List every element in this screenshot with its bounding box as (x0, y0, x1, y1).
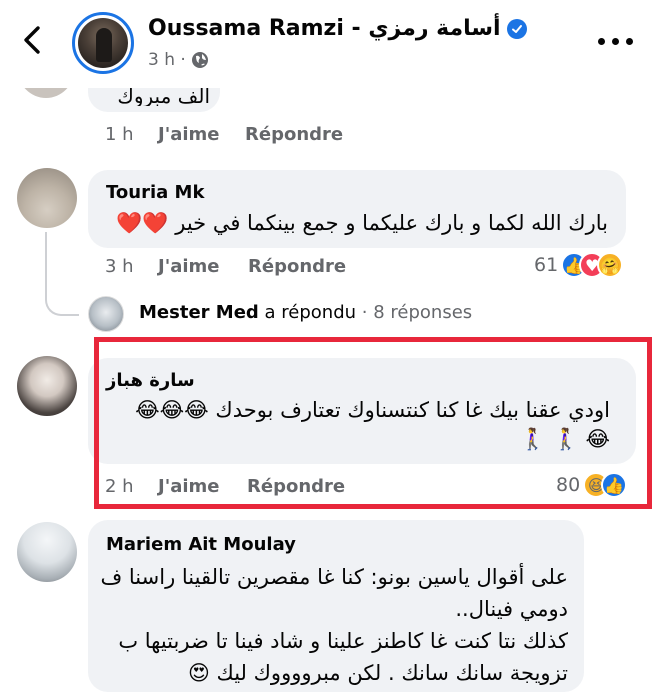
thread-connector (45, 280, 79, 316)
reply-author-name: Mester Med (139, 302, 259, 323)
comment-text-line3: كذلك نتا كنت غا كاطنز علينا و شاد فينا ت… (118, 629, 568, 653)
like-button[interactable]: J'aime (158, 256, 220, 277)
author-name[interactable]: Oussama Ramzi - أسامة رمزي (148, 16, 527, 41)
comment-text: بارك الله لكما و بارك عليكما و جمع بينكم… (116, 211, 608, 235)
comment-text-line1: على أقوال ياسين بونو: كنا غا مقصرين تالق… (100, 565, 568, 589)
comment-actions: 1 h J'aime Répondre (105, 124, 405, 146)
comment-author[interactable]: Touria Mk (106, 182, 204, 203)
comment-time: 3 h (105, 256, 134, 277)
reaction-count: 61 (534, 254, 559, 276)
reply-author-avatar (88, 296, 124, 332)
reply-count: · 8 réponses (361, 302, 473, 323)
highlight-frame (94, 337, 652, 509)
more-dots-icon[interactable] (598, 36, 634, 48)
commenter-avatar[interactable] (17, 168, 77, 228)
chevron-left-icon[interactable] (18, 22, 50, 58)
reply-button[interactable]: Répondre (248, 256, 346, 277)
author-name-text: Oussama Ramzi - أسامة رمزي (148, 16, 501, 41)
globe-icon (191, 52, 208, 68)
post-meta: 3 h · (148, 50, 209, 70)
reply-button[interactable]: Répondre (245, 124, 343, 145)
comment-text-line2: دومي فينال.. (455, 597, 568, 621)
commenter-avatar[interactable] (17, 522, 77, 582)
care-reaction-icon: 🤗 (597, 252, 624, 278)
reaction-summary[interactable]: 61 👍 ♥ 🤗 (534, 252, 624, 278)
comment-actions: 3 h J'aime Répondre (105, 256, 405, 278)
like-button[interactable]: J'aime (158, 124, 220, 145)
author-avatar[interactable] (72, 12, 134, 74)
post-time: 3 h · (148, 50, 186, 70)
reply-action-text: a répondu (264, 302, 357, 323)
commenter-avatar[interactable] (17, 356, 77, 416)
post-header: Oussama Ramzi - أسامة رمزي 3 h · (0, 0, 654, 88)
comment-author[interactable]: Mariem Ait Moulay (106, 534, 296, 555)
verified-badge-icon (506, 18, 527, 39)
comment-text-line4: تزويجة سانك سانك . لكن مبرووووك ليك 😍 (187, 661, 568, 685)
comment-time: 1 h (105, 124, 134, 145)
